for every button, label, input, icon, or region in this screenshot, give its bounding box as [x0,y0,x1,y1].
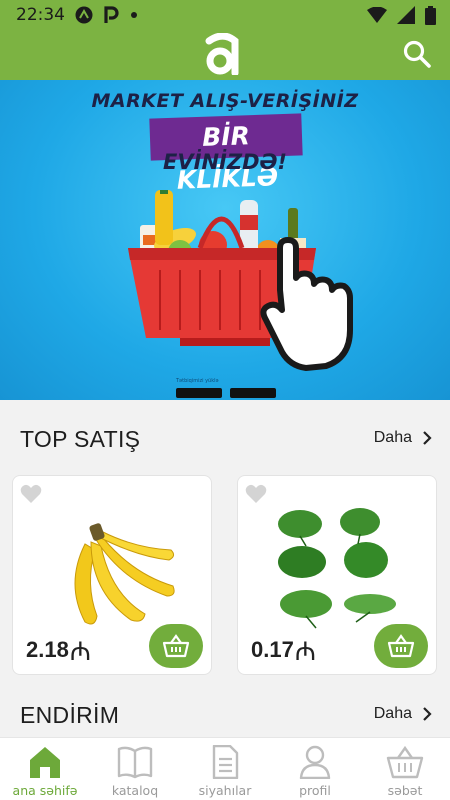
status-bar: 22:34 [0,0,450,30]
promo-banner[interactable]: MARKET ALIŞ-VERİŞİNİZ BİR KLİKLƏ EVİNİZD… [0,80,450,400]
nav-label: səbət [387,783,423,798]
banana-image [74,523,175,625]
arrow-icon [75,6,93,24]
status-time: 22:34 [16,5,65,25]
home-icon [30,747,60,778]
nav-label: siyahılar [198,783,252,798]
battery-icon [425,5,436,25]
nav-profile[interactable]: profil [270,738,360,800]
nav-cart[interactable]: səbət [360,738,450,800]
discount-more-button[interactable]: Daha [374,705,432,723]
currency-symbol: ₼ [69,636,91,666]
top-sales-more-button[interactable]: Daha [374,429,432,447]
shopping-basket-illustration [128,190,353,371]
add-to-cart-button[interactable] [149,624,203,668]
heart-icon[interactable] [20,484,42,504]
nav-label: ana səhifə [12,783,78,798]
wifi-icon [367,7,387,23]
discount-header: ENDİRİM Daha [0,696,450,736]
signal-icon [397,6,415,24]
nav-home[interactable]: ana səhifə [0,738,90,800]
section-title: ENDİRİM [20,702,120,728]
product-card[interactable]: 2.18 ₼ [13,476,211,674]
banner-caption: Tətbiqimizi yüklə [176,378,219,384]
search-icon[interactable] [402,39,432,69]
store-badges [176,388,276,398]
nav-catalog[interactable]: kataloq [90,738,180,800]
section-title: TOP SATIŞ [20,426,141,452]
app-bar [0,30,450,80]
product-card[interactable]: 0.17 ₼ [238,476,436,674]
chevron-right-icon [423,707,432,721]
basket-icon [162,634,190,658]
basket-icon [386,745,424,779]
currency-symbol: ₼ [294,636,316,666]
price-value: 2.18 [26,637,69,662]
dot-icon [131,12,137,18]
product-price: 0.17 ₼ [251,632,316,668]
list-icon [212,745,239,779]
product-price: 2.18 ₼ [26,632,91,668]
bottom-navigation: ana səhifə kataloq siyahılar profil səbə… [0,737,450,800]
profile-icon [299,745,331,779]
app-store-badge [230,388,276,398]
basket-icon [387,634,415,658]
more-label: Daha [373,705,412,722]
heart-icon[interactable] [245,484,267,504]
nav-label: kataloq [111,783,159,798]
google-play-badge [176,388,222,398]
more-label: Daha [373,429,412,446]
add-to-cart-button[interactable] [374,624,428,668]
nav-lists[interactable]: siyahılar [180,738,270,800]
chevron-right-icon [423,431,432,445]
nav-label: profil [299,783,331,798]
app-logo [205,33,239,75]
top-sales-header: TOP SATIŞ Daha [0,420,450,460]
banner-line3: EVİNİZDƏ! [163,150,287,174]
parking-icon [104,6,119,23]
price-value: 0.17 [251,637,294,662]
banner-line1: MARKET ALIŞ-VERİŞİNİZ [91,90,359,112]
book-icon [117,746,153,779]
greens-image [278,508,396,629]
